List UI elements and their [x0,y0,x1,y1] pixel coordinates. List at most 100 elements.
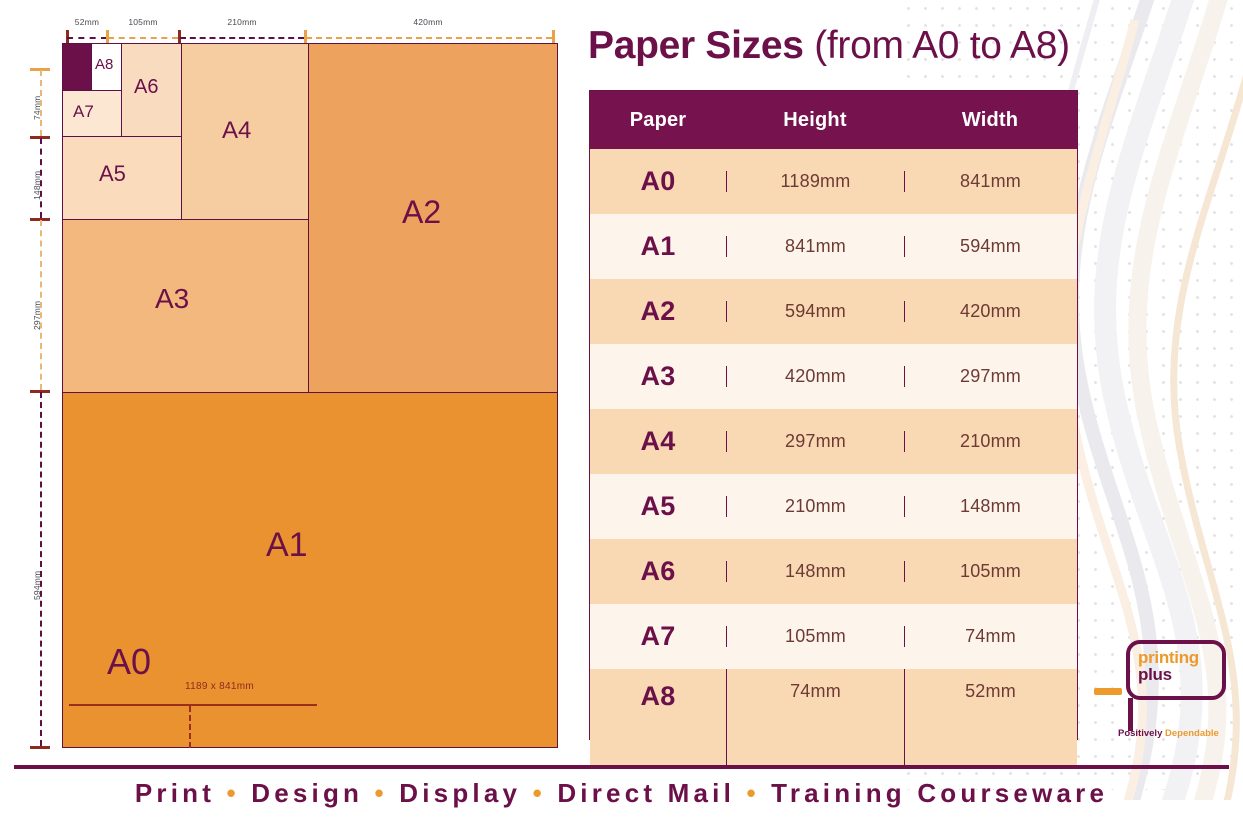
a0-dimension-caption: 1189 x 841mm [185,681,255,692]
table-cell-height: 420mm [726,366,904,387]
printing-plus-logo[interactable]: printing plus Positively Dependable [1094,640,1230,745]
paper-label-a5: A5 [99,161,126,186]
table-header-height: Height [783,108,847,131]
paper-size-diagram: 52mm 105mm 210mm 420mm 74mm 148mm 297mm … [0,0,580,770]
table-row: A3 420mm 297mm [590,344,1077,409]
paper-label-a6: A6 [134,76,159,98]
table-cell-width: 420mm [904,301,1076,322]
table-row: A1 841mm 594mm [590,214,1077,279]
table-cell-width: 52mm [904,669,1076,766]
dim-label-top-210mm: 210mm [227,17,257,27]
paper-box-a1: A1 A0 1189 x 841mm [62,392,558,748]
table-cell-paper: A3 [640,361,676,391]
table-cell-height: 297mm [726,431,904,452]
footer-divider [14,765,1229,769]
table-cell-height: 74mm [726,669,904,766]
paper-label-a4: A4 [222,117,252,144]
dim-line-105mm [108,37,178,39]
table-header-row: Paper Height Width [590,91,1077,149]
page-title-bold: Paper Sizes [588,24,804,67]
footer-separator: • [215,778,252,808]
table-cell-height: 148mm [726,561,904,582]
footer-item: Display [399,778,522,808]
dim-tick-left-4 [30,746,50,749]
dim-label-top-105mm: 105mm [128,17,158,27]
dim-label-top-52mm: 52mm [74,17,100,27]
table-cell-width: 74mm [904,626,1076,647]
table-cell-paper: A5 [640,491,676,521]
paper-label-a3: A3 [155,283,190,314]
table-row: A0 1189mm 841mm [590,149,1077,214]
paper-sizes-table: Paper Height Width A0 1189mm 841mm A1 841mm 5… [589,90,1078,766]
page-title: Paper Sizes (from A0 to A8) [588,24,1070,68]
logo-tagline: Positively Dependable [1118,728,1219,739]
dim-line-52mm [67,37,107,39]
paper-label-a2: A2 [402,194,442,230]
table-cell-width: 297mm [904,366,1076,387]
dim-tick-top-4 [552,30,555,43]
table-cell-paper: A2 [640,296,676,326]
table-cell-paper: A4 [640,426,676,456]
table-body: A0 1189mm 841mm A1 841mm 594mm A2 594mm 420mm A3 4… [590,149,1077,766]
dim-line-420mm [306,37,552,39]
footer-item: Design [251,778,364,808]
footer-separator: • [363,778,400,808]
logo-text-plus: plus [1138,665,1172,684]
logo-tagline-positively: Positively [1118,728,1163,739]
footer-separator: • [735,778,772,808]
table-cell-height: 105mm [726,626,904,647]
table-cell-height: 1189mm [726,171,904,192]
footer-item: Training Courseware [771,778,1109,808]
table-cell-width: 594mm [904,236,1076,257]
logo-tagline-dependable: Dependable [1165,728,1219,739]
table-row: A7 105mm 74mm [590,604,1077,669]
dim-label-top-420mm: 420mm [413,17,443,27]
footer-services-list: Print • Design • Display • Direct Mail •… [14,778,1229,809]
footer-item: Direct Mail [557,778,736,808]
table-cell-paper: A1 [640,231,676,261]
a0-underline [69,704,317,706]
table-header-width: Width [961,108,1019,131]
footer-item: Print [134,778,216,808]
paper-box-a6: A6 [121,43,182,137]
paper-box-a7: A7 [62,90,122,137]
logo-dash-mark [1094,688,1122,695]
table-header-paper: Paper [629,108,687,131]
dim-label-left-594mm: 594mm [32,570,42,600]
dim-label-left-148mm: 148mm [32,170,42,200]
logo-tail-shape [1128,698,1133,731]
table-cell-height: 594mm [726,301,904,322]
table-row: A2 594mm 420mm [590,279,1077,344]
paper-label-a0: A0 [107,641,152,682]
dim-label-left-74mm: 74mm [32,95,42,120]
table-row: A4 297mm 210mm [590,409,1077,474]
paper-box-a5: A5 [62,136,182,220]
dim-label-left-297mm: 297mm [32,300,42,330]
table-cell-height: 841mm [726,236,904,257]
paper-box-a4: A4 [181,43,309,220]
paper-box-a9 [62,43,92,91]
paper-box-a8: A8 [91,43,122,91]
table-cell-width: 841mm [904,171,1076,192]
dim-line-210mm [180,37,304,39]
table-cell-paper: A7 [640,621,676,651]
paper-box-a2: A2 [308,43,558,393]
table-cell-paper: A6 [640,556,676,586]
page-title-light: (from A0 to A8) [814,24,1070,67]
dim-line-594mm [40,392,42,746]
table-row: A6 148mm 105mm [590,539,1077,604]
table-row: A5 210mm 148mm [590,474,1077,539]
paper-box-a3: A3 [62,219,309,393]
footer-separator: • [521,778,558,808]
paper-label-a1: A1 [266,526,308,564]
table-cell-width: 210mm [904,431,1076,452]
a0-drop-line [189,706,191,748]
table-row: A8 74mm 52mm [590,669,1077,766]
paper-label-a7: A7 [73,102,94,121]
table-cell-width: 105mm [904,561,1076,582]
paper-label-a8: A8 [95,56,114,73]
table-cell-paper: A0 [640,166,676,196]
table-cell-height: 210mm [726,496,904,517]
table-cell-paper: A8 [640,681,676,711]
table-cell-width: 148mm [904,496,1076,517]
